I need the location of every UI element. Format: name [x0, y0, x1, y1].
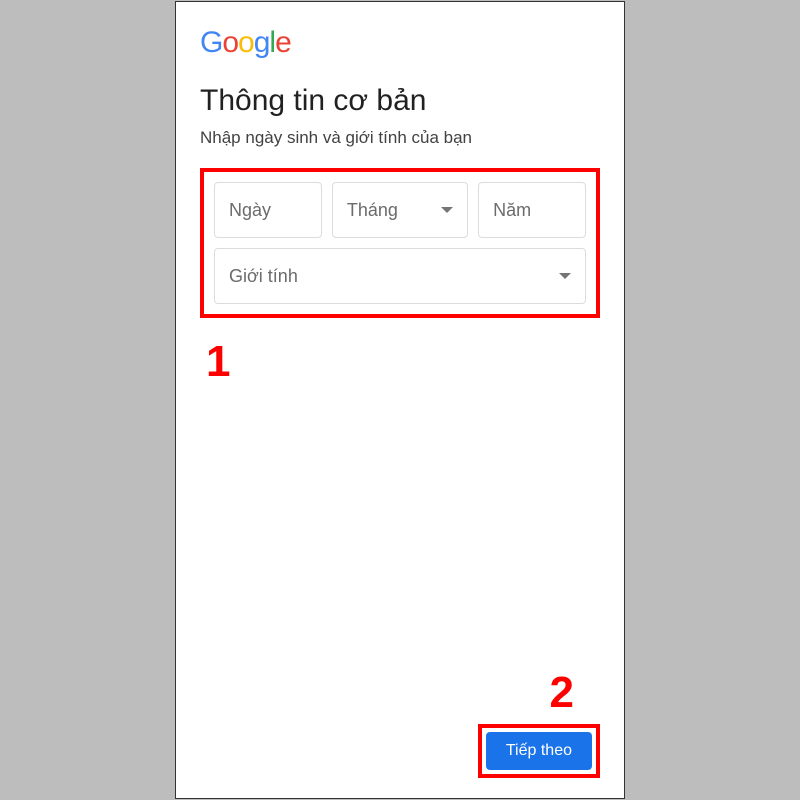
google-logo: Google	[200, 26, 600, 60]
chevron-down-icon	[441, 207, 453, 213]
next-annotation-box-2: Tiếp theo	[478, 724, 600, 778]
signup-panel: Google Thông tin cơ bản Nhập ngày sinh v…	[175, 1, 625, 799]
year-field[interactable]: Năm	[478, 182, 586, 238]
month-label: Tháng	[347, 200, 398, 221]
annotation-number-2: 2	[550, 668, 574, 718]
day-label: Ngày	[229, 200, 271, 221]
month-field[interactable]: Tháng	[332, 182, 468, 238]
page-title: Thông tin cơ bản	[200, 84, 600, 118]
chevron-down-icon	[559, 273, 571, 279]
next-button[interactable]: Tiếp theo	[486, 732, 592, 770]
logo-letter-g2: g	[254, 26, 270, 60]
logo-letter-e: e	[275, 26, 291, 60]
annotation-number-1: 1	[206, 337, 230, 387]
birthdate-row: Ngày Tháng Năm	[214, 182, 586, 238]
gender-field[interactable]: Giới tính	[214, 248, 586, 304]
page-subtitle: Nhập ngày sinh và giới tính của bạn	[200, 128, 600, 148]
logo-letter-o1: o	[222, 26, 238, 60]
day-field[interactable]: Ngày	[214, 182, 322, 238]
logo-letter-g1: G	[200, 26, 222, 60]
gender-label: Giới tính	[229, 266, 298, 287]
form-annotation-box-1: Ngày Tháng Năm Giới tính	[200, 168, 600, 318]
logo-letter-o2: o	[238, 26, 254, 60]
year-label: Năm	[493, 200, 531, 221]
